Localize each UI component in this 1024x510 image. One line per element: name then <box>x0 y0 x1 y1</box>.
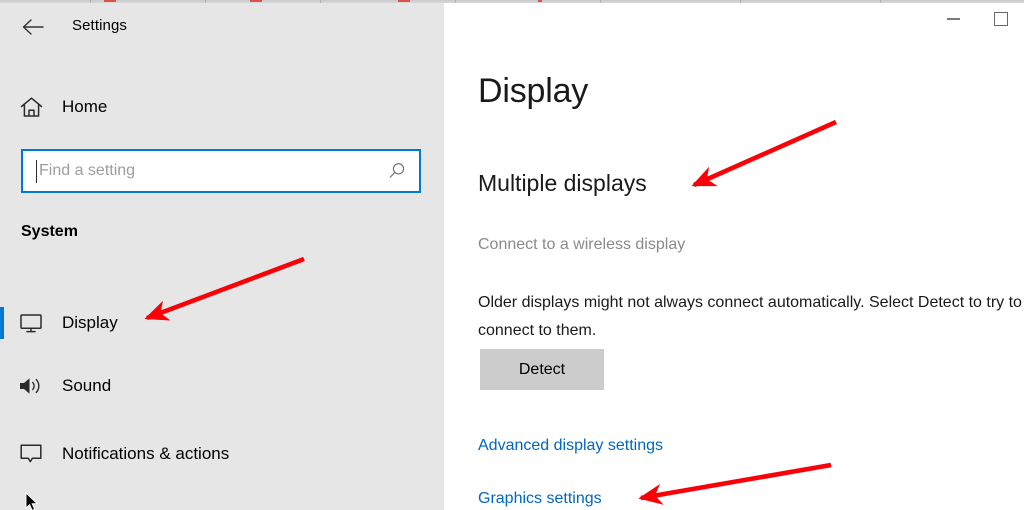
main-content: Display Multiple displays Connect to a w… <box>444 3 1024 510</box>
window-controls <box>884 3 1024 39</box>
section-title-multiple-displays: Multiple displays <box>478 170 647 197</box>
sidebar-item-display-label: Display <box>62 313 118 333</box>
page-title: Display <box>478 72 588 111</box>
advanced-display-settings-link[interactable]: Advanced display settings <box>478 437 663 455</box>
sidebar-group-header-system: System <box>21 223 78 241</box>
sidebar-item-home[interactable]: Home <box>0 85 444 129</box>
sidebar-item-sound-label: Sound <box>62 376 111 396</box>
speech-bubble-icon <box>0 443 62 465</box>
maximize-icon <box>994 12 1008 26</box>
mouse-pointer <box>25 492 41 510</box>
minimize-button[interactable] <box>930 3 976 35</box>
sidebar-item-display[interactable]: Display <box>0 300 444 346</box>
detect-button[interactable]: Detect <box>480 349 604 390</box>
selection-indicator <box>0 307 4 339</box>
speaker-icon <box>0 375 62 397</box>
search-icon[interactable] <box>375 161 419 181</box>
connect-wireless-display-link[interactable]: Connect to a wireless display <box>478 236 685 254</box>
sidebar-item-notifications[interactable]: Notifications & actions <box>0 431 444 477</box>
sidebar-item-home-label: Home <box>62 97 107 117</box>
back-arrow-icon[interactable] <box>14 12 52 42</box>
titlebar: Settings <box>0 3 444 47</box>
search-input[interactable] <box>23 151 375 191</box>
home-icon <box>0 97 62 118</box>
graphics-settings-link[interactable]: Graphics settings <box>478 490 602 508</box>
search-box[interactable] <box>21 149 421 193</box>
app-title: Settings <box>72 17 127 34</box>
multiple-displays-description: Older displays might not always connect … <box>478 289 1023 345</box>
text-caret <box>36 160 37 183</box>
monitor-icon <box>0 313 62 334</box>
sidebar-item-sound[interactable]: Sound <box>0 363 444 409</box>
maximize-button[interactable] <box>978 3 1024 35</box>
sidebar-item-notifications-label: Notifications & actions <box>62 444 229 464</box>
settings-window: Settings Home System <box>0 0 1024 510</box>
minimize-icon <box>947 18 960 20</box>
sidebar: Settings Home System <box>0 3 444 510</box>
